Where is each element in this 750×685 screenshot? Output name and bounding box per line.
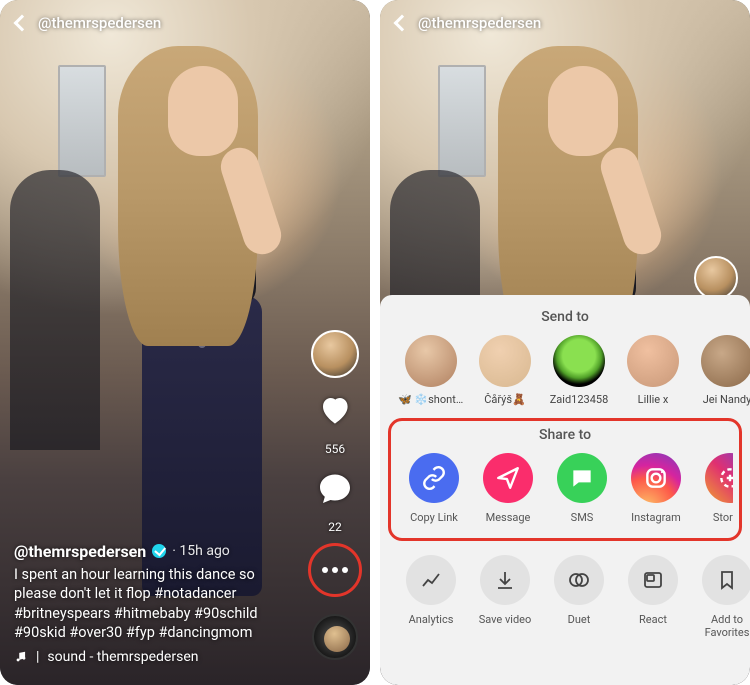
send-to-row[interactable]: 🦋 ❄️shontell... Čåřýš🧸 Zaid123458 Lillie… [380, 335, 750, 418]
friend-item[interactable]: Zaid123458 [546, 335, 612, 406]
bookmark-icon [702, 555, 750, 605]
share-stories[interactable]: Stories [697, 453, 733, 524]
action-analytics[interactable]: Analytics [398, 555, 464, 639]
post-age: · 15h ago [172, 543, 230, 559]
friend-name: Čåřýš🧸 [484, 393, 526, 406]
friend-item[interactable]: Čåřýš🧸 [472, 335, 538, 406]
video-feed-screen: @themrspedersen 556 22 @themrspedersen ·… [0, 0, 370, 685]
action-add-favorites[interactable]: Add to Favorites [694, 555, 750, 639]
verified-badge-icon [152, 544, 166, 558]
action-label: Duet [568, 613, 591, 626]
music-note-icon [14, 650, 28, 664]
action-label: Analytics [409, 613, 454, 626]
stories-icon [705, 453, 733, 503]
friend-avatar [553, 335, 605, 387]
caption-block: @themrspedersen · 15h ago I spent an hou… [14, 542, 300, 665]
friend-name: 🦋 ❄️shontell... [398, 393, 464, 406]
author-avatar[interactable] [311, 330, 359, 378]
share-to-highlight-box: Share to Copy Link Message [388, 418, 742, 541]
friend-name: Lillie x [638, 393, 669, 406]
chat-bubble-icon [557, 453, 607, 503]
action-save-video[interactable]: Save video [472, 555, 538, 639]
sound-disc[interactable] [312, 614, 358, 660]
share-instagram[interactable]: Instagram [623, 453, 689, 524]
friend-avatar [627, 335, 679, 387]
friend-item[interactable]: 🦋 ❄️shontell... [398, 335, 464, 406]
analytics-icon [406, 555, 456, 605]
share-label: Instagram [631, 511, 681, 524]
share-to-row[interactable]: Copy Link Message SMS [397, 453, 733, 524]
friend-name: Zaid123458 [550, 393, 609, 406]
tutorial-highlight-ring [308, 543, 362, 597]
like-count: 556 [325, 442, 345, 456]
friend-name: Jei Nandy [703, 393, 750, 406]
video-subject [108, 28, 288, 588]
actions-row[interactable]: Analytics Save video Duet React [380, 551, 750, 639]
friend-item[interactable]: Jei Nandy [694, 335, 750, 406]
sound-label: sound - themrspedersen [47, 649, 198, 665]
share-to-header: Share to [397, 427, 733, 443]
action-rail: 556 22 [310, 330, 360, 660]
link-icon [409, 453, 459, 503]
friend-avatar [479, 335, 531, 387]
comment-count: 22 [328, 520, 342, 534]
react-icon [628, 555, 678, 605]
caption-text[interactable]: I spent an hour learning this dance so p… [14, 565, 300, 643]
action-label: Save video [479, 613, 532, 626]
more-options-button[interactable] [313, 548, 357, 592]
share-label: Copy Link [410, 511, 458, 524]
back-icon[interactable] [14, 15, 31, 32]
duet-icon [554, 555, 604, 605]
comment-icon[interactable] [317, 470, 353, 506]
share-label: SMS [571, 511, 594, 524]
header-username[interactable]: @themrspedersen [418, 14, 541, 32]
header-username[interactable]: @themrspedersen [38, 14, 161, 32]
action-label: React [639, 613, 667, 626]
download-icon [480, 555, 530, 605]
share-copy-link[interactable]: Copy Link [401, 453, 467, 524]
friend-avatar [701, 335, 750, 387]
action-label: Add to Favorites [694, 613, 750, 639]
sound-row[interactable]: | sound - themrspedersen [14, 649, 300, 665]
friend-avatar [405, 335, 457, 387]
action-duet[interactable]: Duet [546, 555, 612, 639]
like-icon[interactable] [317, 392, 353, 428]
action-react[interactable]: React [620, 555, 686, 639]
share-sheet-screen: @themrspedersen Send to 🦋 ❄️shontell... … [380, 0, 750, 685]
back-icon[interactable] [394, 15, 411, 32]
author-username[interactable]: @themrspedersen [14, 542, 146, 561]
friend-item[interactable]: Lillie x [620, 335, 686, 406]
share-label: Message [486, 511, 531, 524]
share-sheet: Send to 🦋 ❄️shontell... Čåřýš🧸 Zaid12345… [380, 295, 750, 685]
share-sms[interactable]: SMS [549, 453, 615, 524]
author-avatar[interactable] [694, 256, 738, 300]
send-to-header: Send to [380, 309, 750, 325]
instagram-icon [631, 453, 681, 503]
send-icon [483, 453, 533, 503]
share-message[interactable]: Message [475, 453, 541, 524]
share-label: Stories [713, 511, 733, 524]
